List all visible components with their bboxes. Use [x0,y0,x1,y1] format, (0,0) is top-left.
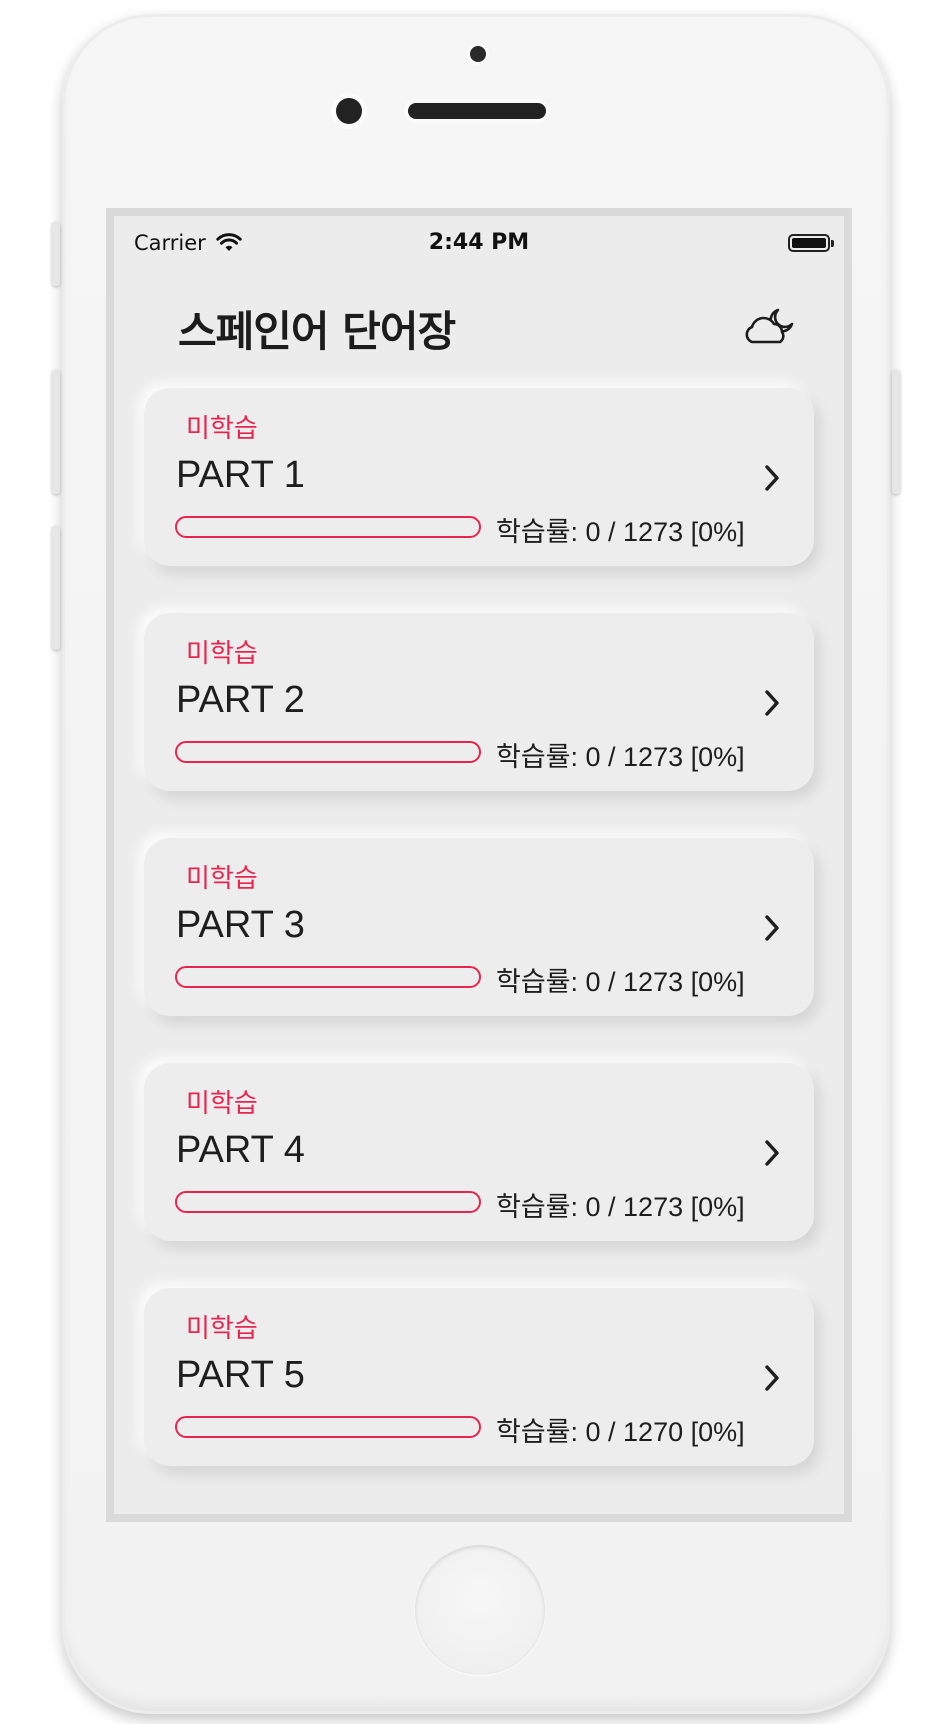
chevron-right-icon [765,465,779,491]
home-button[interactable] [415,1545,545,1675]
part-card-5[interactable]: 미학습 PART 5 학습률: 0 / 1270 [0%] [144,1288,814,1466]
progress-text: 학습률: 0 / 1273 [0%] [496,967,745,997]
part-title: PART 1 [176,454,305,496]
earpiece-speaker [408,103,546,119]
part-card-1[interactable]: 미학습 PART 1 학습률: 0 / 1273 [0%] [144,388,814,566]
page-title: 스페인어 단어장 [178,307,456,356]
study-status: 미학습 [186,1089,258,1119]
study-status: 미학습 [186,1314,258,1344]
chevron-right-icon [765,1140,779,1166]
progress-text: 학습률: 0 / 1270 [0%] [496,1417,745,1447]
chevron-right-icon [765,915,779,941]
part-card-4[interactable]: 미학습 PART 4 학습률: 0 / 1273 [0%] [144,1063,814,1241]
part-list: 미학습 PART 1 학습률: 0 / 1273 [0%] 미학습 PART 2… [144,388,814,1513]
battery-icon [788,234,830,252]
chevron-right-icon [765,1365,779,1391]
front-camera [470,46,486,62]
cloud-moon-icon[interactable] [740,300,800,350]
chevron-right-icon [765,690,779,716]
proximity-sensor [336,98,362,124]
part-title: PART 3 [176,904,305,946]
status-time: 2:44 PM [428,230,530,255]
volume-down-button [52,526,60,650]
part-card-2[interactable]: 미학습 PART 2 학습률: 0 / 1273 [0%] [144,613,814,791]
progress-text: 학습률: 0 / 1273 [0%] [496,517,745,547]
study-status: 미학습 [186,414,258,444]
mute-switch [52,222,60,286]
battery-tip [831,240,834,247]
progress-text: 학습률: 0 / 1273 [0%] [496,742,745,772]
power-button [892,370,900,494]
progress-bar [175,1416,481,1438]
progress-bar [175,966,481,988]
progress-bar [175,741,481,763]
study-status: 미학습 [186,639,258,669]
volume-up-button [52,370,60,494]
battery-level [792,238,826,248]
progress-bar [175,1191,481,1213]
app-screen: Carrier 2:44 PM 스페인어 단어장 미학습 PART 1 학습률:… [106,208,852,1522]
status-bar: Carrier 2:44 PM [114,216,844,260]
study-status: 미학습 [186,864,258,894]
part-title: PART 4 [176,1129,305,1171]
part-card-3[interactable]: 미학습 PART 3 학습률: 0 / 1273 [0%] [144,838,814,1016]
part-title: PART 5 [176,1354,305,1396]
progress-bar [175,516,481,538]
part-title: PART 2 [176,679,305,721]
progress-text: 학습률: 0 / 1273 [0%] [496,1192,745,1222]
